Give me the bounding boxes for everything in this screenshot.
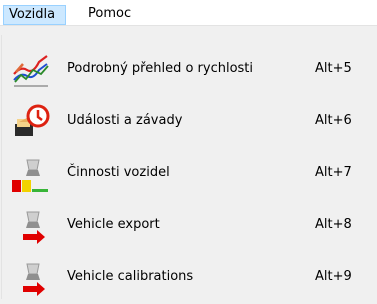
menu-item-label: Vehicle export	[67, 217, 160, 232]
vehicle-calibration-icon	[11, 258, 51, 298]
vehicle-export-icon	[11, 206, 51, 246]
menu-item-label: Vehicle calibrations	[67, 269, 194, 284]
menu-item-events-faults[interactable]: Události a závady Alt+6	[1, 96, 373, 148]
vehicle-activity-icon	[11, 154, 51, 194]
menu-item-shortcut: Alt+9	[315, 269, 352, 284]
menu-item-speed-overview[interactable]: Podrobný přehled o rychlosti Alt+5	[1, 44, 373, 96]
menu-item-vehicle-activities[interactable]: Činnosti vozidel Alt+7	[1, 148, 373, 200]
menu-item-label: Události a závady	[67, 113, 183, 128]
menu-pomoc-label: Pomoc	[88, 6, 132, 21]
speed-chart-icon	[11, 50, 51, 90]
menu-item-shortcut: Alt+6	[315, 113, 352, 128]
menu-pomoc[interactable]: Pomoc	[83, 5, 136, 25]
menu-item-shortcut: Alt+8	[315, 217, 352, 232]
menu-vozidla[interactable]: Vozidla	[3, 5, 66, 25]
menu-item-label: Činnosti vozidel	[67, 165, 170, 180]
menu-vozidla-label: Vozidla	[9, 7, 56, 22]
menu-item-vehicle-calibrations[interactable]: Vehicle calibrations Alt+9	[1, 252, 373, 304]
menu-item-vehicle-export[interactable]: Vehicle export Alt+8	[1, 200, 373, 252]
vehicle-alarm-icon	[11, 102, 51, 142]
menu-item-label: Podrobný přehled o rychlosti	[67, 61, 254, 76]
menu-bar: Vozidla Pomoc	[0, 0, 377, 26]
menu-item-shortcut: Alt+5	[315, 61, 352, 76]
menu-item-shortcut: Alt+7	[315, 165, 352, 180]
vozidla-dropdown-menu: Podrobný přehled o rychlosti Alt+5 Událo…	[1, 35, 373, 299]
